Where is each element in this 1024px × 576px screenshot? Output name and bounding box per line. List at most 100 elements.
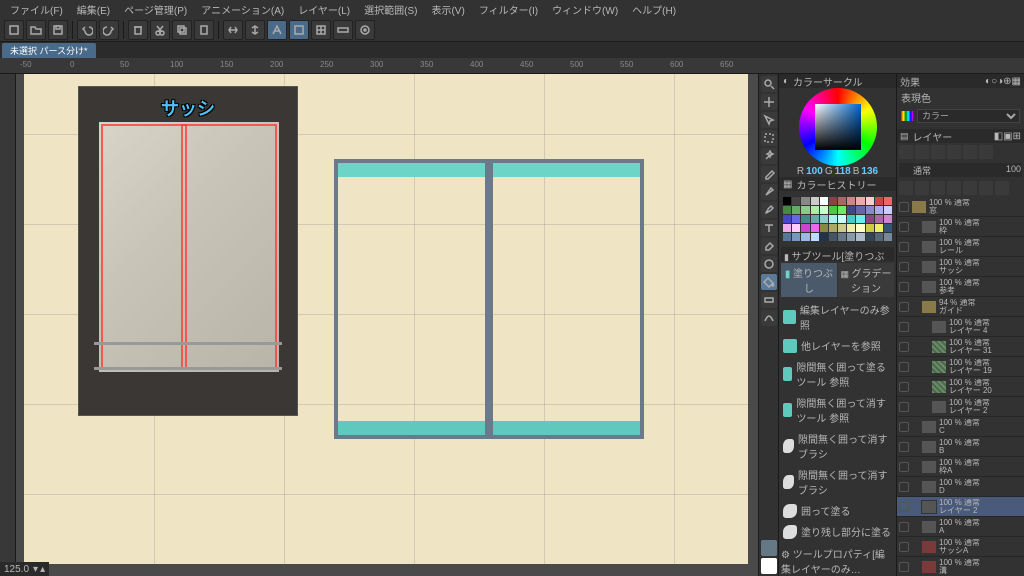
zoom-down-icon[interactable]: ▾ bbox=[33, 564, 38, 575]
menu-file[interactable]: ファイル(F) bbox=[4, 0, 69, 19]
color-swatch[interactable] bbox=[801, 206, 809, 214]
figure-tool[interactable] bbox=[761, 310, 777, 326]
visibility-toggle[interactable] bbox=[899, 342, 909, 352]
blend-tool[interactable] bbox=[761, 256, 777, 272]
color-swatch[interactable] bbox=[875, 215, 883, 223]
color-swatch[interactable] bbox=[820, 206, 828, 214]
document-tab[interactable]: 未選択 パース分け* bbox=[2, 43, 96, 58]
layer-row[interactable]: 100 % 通常レイヤー 4 bbox=[897, 317, 1024, 337]
color-swatch[interactable] bbox=[792, 224, 800, 232]
menu-help[interactable]: ヘルプ(H) bbox=[626, 0, 682, 19]
flip-h-button[interactable] bbox=[223, 20, 243, 40]
layer-row[interactable]: 100 % 通常A bbox=[897, 517, 1024, 537]
color-swatch[interactable] bbox=[875, 233, 883, 241]
layer-row[interactable]: 100 % 通常溝 bbox=[897, 557, 1024, 576]
color-wheel[interactable] bbox=[779, 88, 896, 166]
subtool-row[interactable]: 塗り残し部分に塗る bbox=[781, 521, 894, 542]
color-swatch[interactable] bbox=[838, 233, 846, 241]
cut-button[interactable] bbox=[150, 20, 170, 40]
visibility-toggle[interactable] bbox=[899, 482, 909, 492]
color-swatch[interactable] bbox=[829, 206, 837, 214]
color-swatch[interactable] bbox=[856, 233, 864, 241]
subtool-row[interactable]: 隙間無く囲って消すブラシ bbox=[781, 428, 894, 464]
layer-row[interactable]: 100 % 通常枠 bbox=[897, 217, 1024, 237]
color-swatch[interactable] bbox=[838, 206, 846, 214]
wand-tool[interactable] bbox=[761, 148, 777, 164]
layer-btn-1[interactable] bbox=[899, 145, 913, 159]
color-swatch[interactable] bbox=[811, 197, 819, 205]
subtool-row[interactable]: 囲って塗る bbox=[781, 500, 894, 521]
operation-tool[interactable] bbox=[761, 112, 777, 128]
visibility-toggle[interactable] bbox=[899, 242, 909, 252]
visibility-toggle[interactable] bbox=[899, 522, 909, 532]
color-swatch[interactable] bbox=[783, 224, 791, 232]
color-swatch[interactable] bbox=[866, 233, 874, 241]
color-swatch[interactable] bbox=[866, 197, 874, 205]
color-swatch[interactable] bbox=[884, 224, 892, 232]
move-tool[interactable] bbox=[761, 94, 777, 110]
color-swatch[interactable] bbox=[783, 206, 791, 214]
color-swatch[interactable] bbox=[811, 206, 819, 214]
color-swatch[interactable] bbox=[792, 197, 800, 205]
color-swatch[interactable] bbox=[856, 197, 864, 205]
paste-button[interactable] bbox=[194, 20, 214, 40]
color-swatch[interactable] bbox=[856, 215, 864, 223]
layer-row[interactable]: 94 % 通常ガイド bbox=[897, 297, 1024, 317]
visibility-toggle[interactable] bbox=[899, 542, 909, 552]
layer-row[interactable]: 100 % 通常B bbox=[897, 437, 1024, 457]
layer-lock-6[interactable] bbox=[979, 181, 993, 195]
color-swatch[interactable] bbox=[847, 233, 855, 241]
visibility-toggle[interactable] bbox=[899, 282, 909, 292]
color-swatch[interactable] bbox=[875, 224, 883, 232]
undo-button[interactable] bbox=[77, 20, 97, 40]
foreground-color[interactable] bbox=[761, 540, 777, 556]
color-swatch[interactable] bbox=[820, 233, 828, 241]
visibility-toggle[interactable] bbox=[899, 322, 909, 332]
ruler-button[interactable] bbox=[333, 20, 353, 40]
visibility-toggle[interactable] bbox=[899, 442, 909, 452]
tool-a-button[interactable] bbox=[267, 20, 287, 40]
color-swatch[interactable] bbox=[866, 206, 874, 214]
marquee-tool[interactable] bbox=[761, 130, 777, 146]
color-swatch[interactable] bbox=[875, 197, 883, 205]
colormode-select[interactable]: カラー bbox=[917, 109, 1020, 123]
visibility-toggle[interactable] bbox=[899, 222, 909, 232]
pen-tool[interactable] bbox=[761, 184, 777, 200]
color-swatch[interactable] bbox=[866, 215, 874, 223]
layer-btn-5[interactable] bbox=[963, 145, 977, 159]
visibility-toggle[interactable] bbox=[899, 382, 909, 392]
color-swatch[interactable] bbox=[847, 197, 855, 205]
visibility-toggle[interactable] bbox=[899, 562, 909, 572]
color-swatch[interactable] bbox=[847, 224, 855, 232]
layer-btn-3[interactable] bbox=[931, 145, 945, 159]
layer-list[interactable]: 100 % 通常窓100 % 通常枠100 % 通常レール100 % 通常サッシ… bbox=[897, 197, 1024, 576]
menu-layer[interactable]: レイヤー(L) bbox=[292, 0, 356, 19]
flip-v-button[interactable] bbox=[245, 20, 265, 40]
layer-lock-5[interactable] bbox=[963, 181, 977, 195]
menu-page[interactable]: ページ管理(P) bbox=[118, 0, 193, 19]
gradient-tool[interactable] bbox=[761, 292, 777, 308]
blend-mode-select[interactable]: 通常 bbox=[899, 163, 992, 177]
layer-row[interactable]: 100 % 通常レイヤー 2 bbox=[897, 497, 1024, 517]
visibility-toggle[interactable] bbox=[899, 462, 909, 472]
menu-filter[interactable]: フィルター(I) bbox=[473, 0, 544, 19]
text-tool[interactable] bbox=[761, 220, 777, 236]
layer-row[interactable]: 100 % 通常D bbox=[897, 477, 1024, 497]
color-swatch[interactable] bbox=[820, 224, 828, 232]
eraser-tool[interactable] bbox=[761, 238, 777, 254]
color-swatch[interactable] bbox=[875, 206, 883, 214]
layer-row[interactable]: 100 % 通常レール bbox=[897, 237, 1024, 257]
swatch-grid[interactable] bbox=[783, 197, 892, 241]
redo-button[interactable] bbox=[99, 20, 119, 40]
color-swatch[interactable] bbox=[801, 197, 809, 205]
canvas-area[interactable]: サッシ bbox=[16, 74, 758, 576]
subtool-tab-fill[interactable]: ▮ 塗りつぶし bbox=[781, 263, 837, 297]
color-swatch[interactable] bbox=[792, 233, 800, 241]
color-swatch[interactable] bbox=[829, 215, 837, 223]
color-swatch[interactable] bbox=[801, 233, 809, 241]
color-swatch[interactable] bbox=[884, 233, 892, 241]
color-swatch[interactable] bbox=[829, 233, 837, 241]
copy-button[interactable] bbox=[172, 20, 192, 40]
layer-btn-4[interactable] bbox=[947, 145, 961, 159]
layer-row[interactable]: 100 % 通常窓 bbox=[897, 197, 1024, 217]
